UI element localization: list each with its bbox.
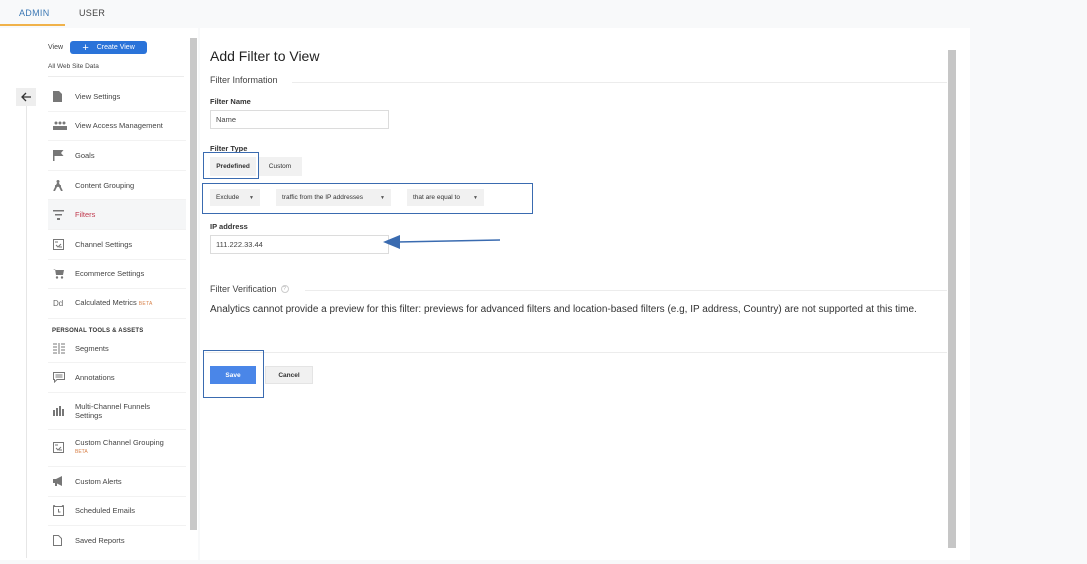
nav-item-custom-channel-grouping[interactable]: Custom Channel Grouping BETA [48, 430, 186, 467]
main-scrollbar[interactable] [948, 50, 956, 548]
highlight-box [203, 152, 259, 179]
page-title: Add Filter to View [210, 48, 320, 64]
view-row: View + Create View [48, 41, 148, 54]
alarm-icon [48, 505, 75, 517]
filter-name-input[interactable] [210, 110, 389, 129]
flag-icon [48, 149, 75, 161]
top-tabs: ADMIN USER [0, 0, 123, 26]
nav-label: View Settings [75, 91, 121, 101]
nav-label: Scheduled Emails [75, 506, 136, 516]
nav-item-custom-alerts[interactable]: Custom Alerts [48, 467, 186, 497]
person-walk-icon [48, 179, 75, 191]
bar-chart-icon [48, 405, 75, 416]
nav-item-segments[interactable]: Segments [48, 334, 186, 364]
nav-item-ecommerce-settings[interactable]: Ecommerce Settings [48, 260, 186, 290]
nav-label: Ecommerce Settings [75, 269, 145, 279]
nav-label: Goals [75, 150, 95, 160]
nav-item-saved-reports[interactable]: Saved Reports [48, 526, 186, 556]
dd-icon: Dd [53, 298, 64, 308]
nav-label: Custom Channel Grouping BETA [75, 438, 164, 457]
sidebar-scrollbar[interactable] [190, 38, 197, 530]
verification-message: Analytics cannot provide a preview for t… [210, 304, 917, 315]
nav-item-view-access-management[interactable]: View Access Management [48, 112, 186, 142]
cart-icon [48, 268, 75, 279]
segments-icon [48, 342, 75, 354]
nav-label-text: Calculated Metrics [75, 297, 137, 307]
annotation-arrow-icon [383, 235, 501, 249]
nav-item-multi-channel-funnels-settings[interactable]: Multi-Channel Funnels Settings [48, 393, 186, 430]
file-icon [48, 535, 75, 547]
nav-item-scheduled-emails[interactable]: Scheduled Emails [48, 497, 186, 527]
channel-icon [48, 442, 75, 454]
admin-panel: View + Create View All Web Site Data Vie… [0, 28, 198, 560]
filter-name-label: Filter Name [210, 97, 251, 106]
megaphone-icon [48, 476, 75, 487]
divider [26, 106, 27, 558]
section-title-filter-information: Filter Information [210, 75, 278, 85]
view-label: View [48, 44, 64, 51]
nav-item-goals[interactable]: Goals [48, 141, 186, 171]
ip-address-label: IP address [210, 222, 248, 231]
nav-label: Channel Settings [75, 239, 133, 249]
nav-label: Segments [75, 343, 109, 353]
filter-type-custom-button[interactable]: Custom [258, 157, 302, 176]
admin-nav: View Settings View Access Management Goa… [48, 82, 186, 556]
beta-badge: BETA [138, 300, 153, 307]
divider [292, 82, 947, 83]
plus-icon: + [82, 41, 89, 54]
divider [305, 290, 947, 291]
section-header-personal-tools: PERSONAL TOOLS & ASSETS [52, 327, 144, 334]
channel-icon [48, 238, 75, 250]
people-icon [48, 121, 75, 131]
divider [205, 352, 947, 353]
nav-label: View Access Management [75, 121, 163, 131]
ip-address-input[interactable] [210, 235, 389, 254]
nav-item-content-grouping[interactable]: Content Grouping [48, 171, 186, 201]
nav-label: Filters [75, 210, 96, 220]
create-view-button[interactable]: + Create View [70, 41, 148, 54]
nav-label-text: Custom Channel Grouping [75, 438, 164, 448]
nav-item-filters[interactable]: Filters [48, 200, 186, 230]
nav-item-calculated-metrics[interactable]: Dd Calculated Metrics BETA [48, 289, 186, 319]
create-view-label: Create View [96, 44, 135, 51]
divider [48, 76, 184, 77]
highlight-box [202, 183, 533, 214]
nav-item-channel-settings[interactable]: Channel Settings [48, 230, 186, 260]
nav-label: Custom Alerts [75, 476, 122, 486]
funnel-icon [48, 209, 75, 220]
view-name[interactable]: All Web Site Data [48, 63, 99, 70]
nav-label: Calculated Metrics BETA [75, 298, 153, 309]
document-icon [48, 90, 75, 102]
nav-label: Content Grouping [75, 180, 135, 190]
highlight-box [203, 350, 264, 398]
main-panel [200, 28, 970, 560]
cancel-button[interactable]: Cancel [265, 366, 313, 384]
nav-label: Saved Reports [75, 536, 125, 546]
help-icon[interactable]: ? [280, 285, 289, 293]
comment-icon [48, 372, 75, 384]
nav-label: Multi-Channel Funnels Settings [75, 401, 151, 420]
filter-verification-title: Filter Verification [210, 284, 277, 294]
beta-badge: BETA [75, 449, 88, 456]
back-arrow-icon[interactable] [16, 88, 36, 106]
nav-label: Annotations [75, 373, 115, 383]
nav-item-view-settings[interactable]: View Settings [48, 82, 186, 112]
nav-item-annotations[interactable]: Annotations [48, 363, 186, 393]
tab-admin[interactable]: ADMIN [0, 0, 65, 26]
section-title-filter-verification: Filter Verification ? [210, 284, 289, 294]
tab-user[interactable]: USER [65, 0, 123, 26]
